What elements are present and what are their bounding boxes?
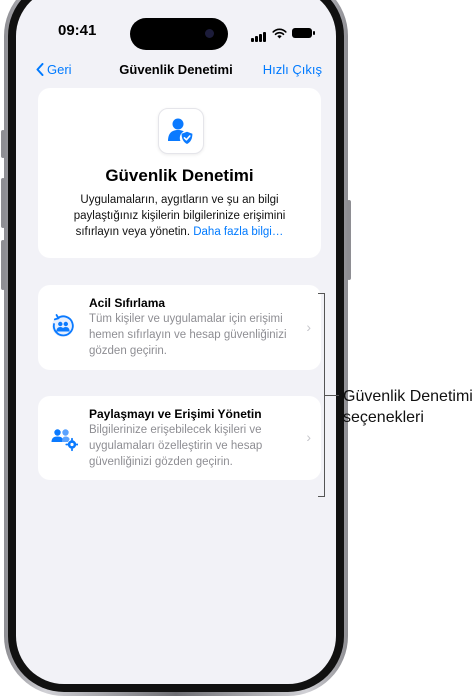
callout-bracket bbox=[318, 293, 325, 497]
status-icons bbox=[251, 24, 315, 42]
option-description: Tüm kişiler ve uygulamalar için erişimi … bbox=[89, 313, 287, 357]
manage-sharing-option[interactable]: Paylaşmayı ve Erişimi Yönetin Bilgilerin… bbox=[38, 396, 321, 480]
back-label: Geri bbox=[47, 62, 72, 77]
power-button bbox=[347, 200, 351, 280]
chevron-left-icon bbox=[36, 63, 44, 76]
wifi-icon bbox=[272, 28, 287, 38]
header-description: Uygulamaların, aygıtların ve şu an bilgi… bbox=[54, 192, 305, 240]
navigation-bar: Geri Güvenlik Denetimi Hızlı Çıkış bbox=[16, 62, 336, 84]
emergency-reset-option[interactable]: Acil Sıfırlama Tüm kişiler ve uygulamala… bbox=[38, 285, 321, 370]
status-time: 09:41 bbox=[58, 22, 97, 39]
callout-label: Güvenlik Denetimi seçenekleri bbox=[343, 388, 473, 426]
option-title: Acil Sıfırlama bbox=[89, 296, 166, 310]
header-card: Güvenlik Denetimi Uygulamaların, aygıtla… bbox=[38, 88, 321, 258]
emergency-reset-icon bbox=[48, 311, 78, 341]
chevron-right-icon: › bbox=[306, 429, 311, 445]
volume-up-button bbox=[1, 178, 5, 228]
volume-down-button bbox=[1, 240, 5, 290]
dynamic-island bbox=[130, 18, 228, 50]
option-title: Paylaşmayı ve Erişimi Yönetin bbox=[89, 407, 262, 421]
screen: 09:41 Geri Güvenlik Denetimi Hızlı Çıkış bbox=[16, 0, 336, 684]
quick-exit-button[interactable]: Hızlı Çıkış bbox=[263, 62, 322, 77]
safety-check-icon bbox=[158, 108, 204, 154]
option-description: Bilgilerinize erişebilecek kişileri ve u… bbox=[89, 424, 263, 468]
learn-more-link[interactable]: Daha fazla bilgi… bbox=[193, 226, 283, 238]
header-title: Güvenlik Denetimi bbox=[105, 166, 254, 185]
chevron-right-icon: › bbox=[306, 319, 311, 335]
action-button bbox=[1, 130, 5, 158]
manage-sharing-icon bbox=[48, 423, 79, 453]
callout-leader-line bbox=[325, 395, 339, 396]
battery-icon bbox=[292, 28, 315, 38]
camera-icon bbox=[205, 29, 214, 38]
cellular-signal-icon bbox=[251, 24, 267, 42]
status-bar: 09:41 bbox=[16, 18, 336, 50]
back-button[interactable]: Geri bbox=[36, 62, 72, 77]
iphone-frame: 09:41 Geri Güvenlik Denetimi Hızlı Çıkış bbox=[1, 0, 351, 700]
nav-title: Güvenlik Denetimi bbox=[119, 62, 233, 77]
